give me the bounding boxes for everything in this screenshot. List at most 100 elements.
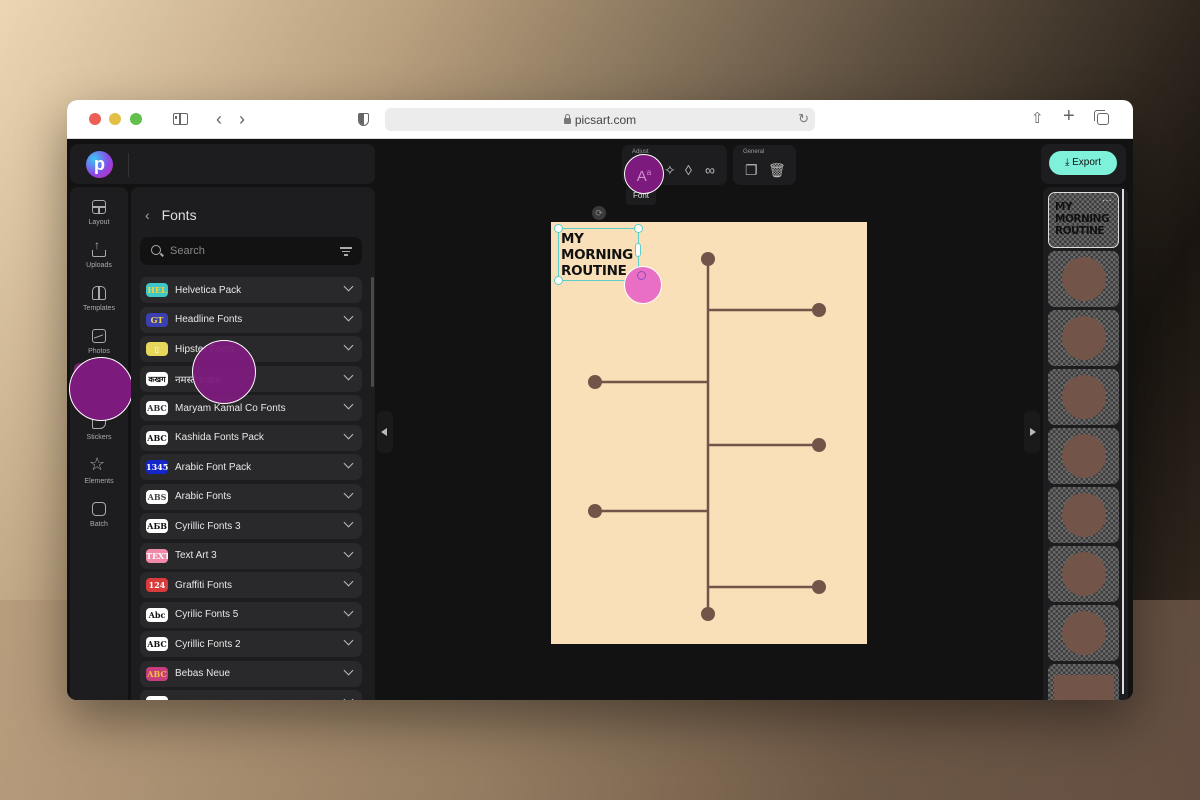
- chevron-down-icon[interactable]: [343, 694, 354, 700]
- minimize-window-button[interactable]: [109, 113, 121, 125]
- chevron-down-icon[interactable]: [343, 340, 354, 351]
- reload-icon[interactable]: ↻: [798, 111, 809, 127]
- font-pack-item[interactable]: [140, 690, 362, 700]
- design-canvas[interactable]: MY MORNING ROUTINE: [551, 222, 867, 644]
- chevron-down-icon[interactable]: [343, 576, 354, 587]
- font-pack-item[interactable]: ABC Bebas Neue: [140, 660, 362, 687]
- layer-thumbnail[interactable]: [1048, 664, 1119, 700]
- layer-thumbnail[interactable]: [1048, 251, 1119, 307]
- templates-icon: [92, 286, 106, 300]
- font-pack-item[interactable]: ABC Kashida Fonts Pack: [140, 424, 362, 451]
- rotate-handle-icon[interactable]: ⟳: [592, 206, 606, 220]
- photo-icon: [92, 329, 106, 343]
- font-pack-item[interactable]: 124 Graffiti Fonts: [140, 572, 362, 598]
- nav-item-layout[interactable]: Layout: [70, 200, 128, 240]
- font-pack-name: Maryam Kamal Co Fonts: [175, 402, 286, 414]
- collapse-right-panel-button[interactable]: [1024, 411, 1040, 453]
- general-label: General: [743, 149, 765, 155]
- chevron-down-icon[interactable]: [343, 665, 354, 675]
- font-pack-item[interactable]: ABC Maryam Kamal Co Fonts: [140, 395, 362, 421]
- font-pack-thumbnail: АБВ: [146, 519, 168, 533]
- batch-icon: [92, 502, 106, 516]
- resize-handle[interactable]: [554, 276, 563, 285]
- timeline-graphic: [588, 252, 826, 621]
- layer-shape-preview: [1054, 675, 1114, 700]
- font-pack-item[interactable]: HEL Helvetica Pack: [140, 277, 362, 303]
- magic-icon[interactable]: ✧: [664, 163, 676, 177]
- search-icon: [151, 245, 161, 255]
- new-tab-icon[interactable]: +: [1063, 106, 1075, 126]
- chevron-down-icon[interactable]: [343, 311, 354, 321]
- layer-thumbnail[interactable]: [1048, 369, 1119, 425]
- back-arrow-icon[interactable]: ‹: [216, 110, 222, 128]
- chevron-down-icon[interactable]: [343, 635, 354, 646]
- panel-scrollbar[interactable]: [371, 277, 374, 387]
- nav-item-uploads[interactable]: Uploads: [70, 238, 128, 283]
- layer-thumbnail[interactable]: [1048, 487, 1119, 543]
- timeline-node[interactable]: [812, 580, 826, 594]
- font-pack-thumbnail: ABC: [146, 637, 168, 651]
- font-pack-item[interactable]: TEXT ART Text Art 3: [140, 542, 362, 569]
- font-pack-list: HEL Helvetica Pack GT Headline Fonts ▯ Hipste…: [140, 277, 362, 700]
- link-icon[interactable]: ∞: [705, 163, 715, 177]
- fonts-panel: ‹ Fonts HEL Helvetica Pack GT Headline Font…: [131, 187, 375, 700]
- address-bar[interactable]: picsart.com ↻: [385, 108, 815, 131]
- timeline-top-node[interactable]: [701, 252, 715, 266]
- sidebar-toggle-icon[interactable]: [173, 113, 188, 125]
- nav-item-elements[interactable]: Elements: [70, 454, 128, 499]
- duplicate-icon[interactable]: ❐: [745, 163, 758, 177]
- nav-label: Elements: [84, 478, 114, 485]
- collapse-left-panel-button[interactable]: [377, 411, 393, 453]
- chevron-down-icon[interactable]: [343, 399, 354, 410]
- chevron-down-icon[interactable]: [343, 429, 354, 439]
- resize-handle[interactable]: [554, 224, 563, 233]
- font-pack-name: Headline Fonts: [175, 314, 243, 325]
- share-icon[interactable]: ⇧: [1031, 110, 1044, 128]
- chevron-down-icon[interactable]: [343, 606, 354, 616]
- layer-thumbnail[interactable]: [1048, 605, 1119, 661]
- timeline-node[interactable]: [812, 438, 826, 452]
- trash-icon[interactable]: 🗑: [768, 163, 786, 177]
- chevron-down-icon[interactable]: [343, 517, 354, 528]
- close-window-button[interactable]: [89, 113, 101, 125]
- timeline-node[interactable]: [588, 375, 602, 389]
- font-pack-name: Graffiti Fonts: [175, 579, 233, 591]
- layer-thumbnail[interactable]: [1048, 428, 1119, 484]
- timeline-node[interactable]: [588, 504, 602, 518]
- nav-item-batch[interactable]: Batch: [70, 502, 128, 542]
- chevron-down-icon[interactable]: [343, 281, 354, 292]
- resize-handle[interactable]: [634, 224, 643, 233]
- layer-thumbnail[interactable]: [1048, 310, 1119, 366]
- side-resize-handle[interactable]: [635, 243, 641, 257]
- privacy-shield-icon[interactable]: [358, 113, 369, 126]
- nav-item-templates[interactable]: Templates: [70, 286, 128, 326]
- layer-thumbnail[interactable]: [1048, 546, 1119, 602]
- font-pack-item[interactable]: GT Headline Fonts: [140, 306, 362, 333]
- nav-item-stickers[interactable]: Stickers: [70, 415, 128, 455]
- forward-arrow-icon[interactable]: ›: [239, 110, 245, 128]
- opacity-drop-icon[interactable]: ◊: [685, 163, 692, 177]
- font-pack-item[interactable]: ABS Arabic Fonts: [140, 483, 362, 510]
- tab-overview-icon[interactable]: [1094, 110, 1109, 125]
- chevron-down-icon[interactable]: [343, 458, 354, 469]
- font-pack-item[interactable]: ABC Cyrillic Fonts 2: [140, 631, 362, 657]
- timeline-node[interactable]: [812, 303, 826, 317]
- back-chevron-icon[interactable]: ‹: [145, 207, 150, 223]
- maximize-window-button[interactable]: [130, 113, 142, 125]
- filter-icon[interactable]: [340, 247, 352, 256]
- layers-scrollbar[interactable]: [1122, 189, 1124, 694]
- font-pack-item[interactable]: 1345? Arabic Font Pack: [140, 454, 362, 480]
- export-button[interactable]: ⤓ Export: [1049, 151, 1117, 175]
- font-button[interactable]: Aa: [624, 154, 664, 194]
- picsart-logo-icon[interactable]: p: [86, 151, 113, 178]
- font-pack-item[interactable]: Abc Cyrilic Fonts 5: [140, 601, 362, 628]
- font-pack-item[interactable]: АБВ Cyrillic Fonts 3: [140, 513, 362, 539]
- layer-thumbnail[interactable]: MY MORNING ROUTINE ···: [1048, 192, 1119, 248]
- layer-shape-preview: [1062, 375, 1106, 419]
- more-options-icon[interactable]: ···: [1102, 195, 1112, 206]
- chevron-down-icon[interactable]: [343, 370, 354, 380]
- chevron-down-icon[interactable]: [343, 547, 354, 557]
- search-input[interactable]: [170, 242, 320, 260]
- timeline-bottom-node[interactable]: [701, 607, 715, 621]
- chevron-down-icon[interactable]: [343, 488, 354, 498]
